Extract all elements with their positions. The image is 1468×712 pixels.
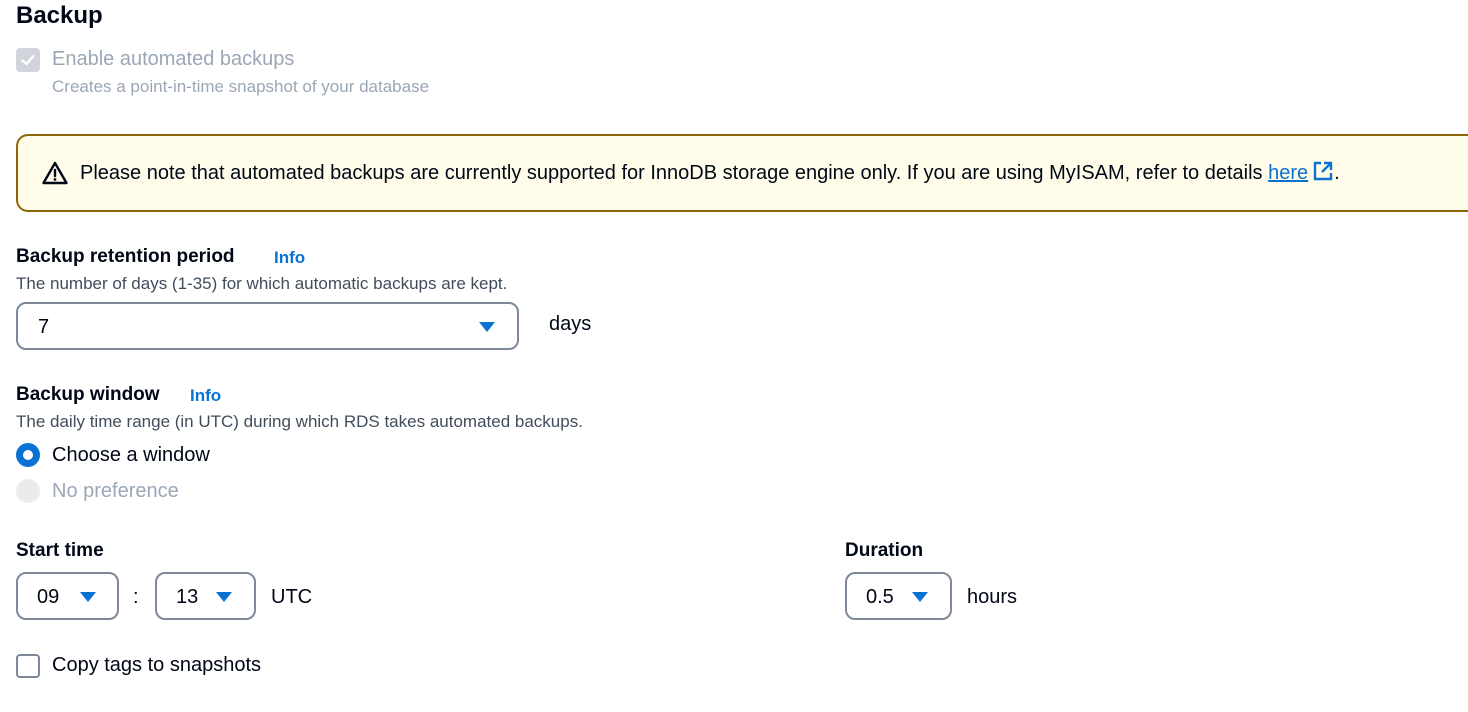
start-hour-value: 09 bbox=[37, 586, 60, 608]
enable-backups-checkbox[interactable] bbox=[16, 48, 40, 72]
start-hour-select[interactable]: 09 bbox=[16, 572, 119, 620]
enable-backups-label: Enable automated backups bbox=[52, 48, 295, 70]
retention-value: 7 bbox=[38, 316, 50, 338]
here-link[interactable]: here bbox=[1268, 161, 1334, 184]
backup-settings-page: Backup Enable automated backups Creates … bbox=[0, 0, 1468, 712]
copy-tags-label: Copy tags to snapshots bbox=[52, 654, 262, 676]
retention-info-link[interactable]: Info bbox=[274, 246, 305, 270]
warning-text: Please note that automated backups are c… bbox=[80, 162, 1269, 184]
enable-backups-description: Creates a point-in-time snapshot of your… bbox=[52, 77, 430, 96]
retention-label: Backup retention period bbox=[16, 246, 235, 267]
window-description: The daily time range (in UTC) during whi… bbox=[16, 412, 583, 431]
window-info-link[interactable]: Info bbox=[190, 384, 221, 408]
warning-message: Please note that automated backups are c… bbox=[80, 160, 1340, 186]
warning-alert: Please note that automated backups are c… bbox=[16, 134, 1468, 212]
caret-down-icon bbox=[80, 592, 96, 602]
no-preference-radio[interactable] bbox=[16, 479, 40, 503]
caret-down-icon bbox=[912, 592, 928, 602]
copy-tags-checkbox[interactable] bbox=[16, 654, 40, 678]
duration-select[interactable]: 0.5 bbox=[845, 572, 952, 620]
duration-unit: hours bbox=[967, 586, 1018, 608]
start-minute-select[interactable]: 13 bbox=[155, 572, 256, 620]
timezone-label: UTC bbox=[271, 586, 313, 608]
caret-down-icon bbox=[216, 592, 232, 602]
external-link-icon bbox=[1313, 161, 1333, 181]
warning-icon bbox=[42, 161, 68, 185]
time-separator: : bbox=[133, 586, 139, 608]
start-time-label: Start time bbox=[16, 540, 104, 561]
duration-label: Duration bbox=[845, 540, 924, 561]
choose-window-label: Choose a window bbox=[52, 444, 210, 466]
section-title: Backup bbox=[16, 2, 103, 29]
checkmark-icon bbox=[21, 54, 35, 66]
duration-value: 0.5 bbox=[866, 586, 894, 608]
choose-window-radio[interactable] bbox=[16, 443, 40, 467]
retention-description: The number of days (1-35) for which auto… bbox=[16, 274, 508, 293]
warning-suffix: . bbox=[1334, 162, 1340, 184]
here-link-text: here bbox=[1268, 162, 1309, 184]
window-label: Backup window bbox=[16, 384, 160, 405]
caret-down-icon bbox=[479, 322, 495, 332]
no-preference-label: No preference bbox=[52, 480, 179, 502]
retention-select[interactable]: 7 bbox=[16, 302, 519, 350]
start-minute-value: 13 bbox=[176, 586, 199, 608]
retention-unit: days bbox=[549, 313, 592, 335]
